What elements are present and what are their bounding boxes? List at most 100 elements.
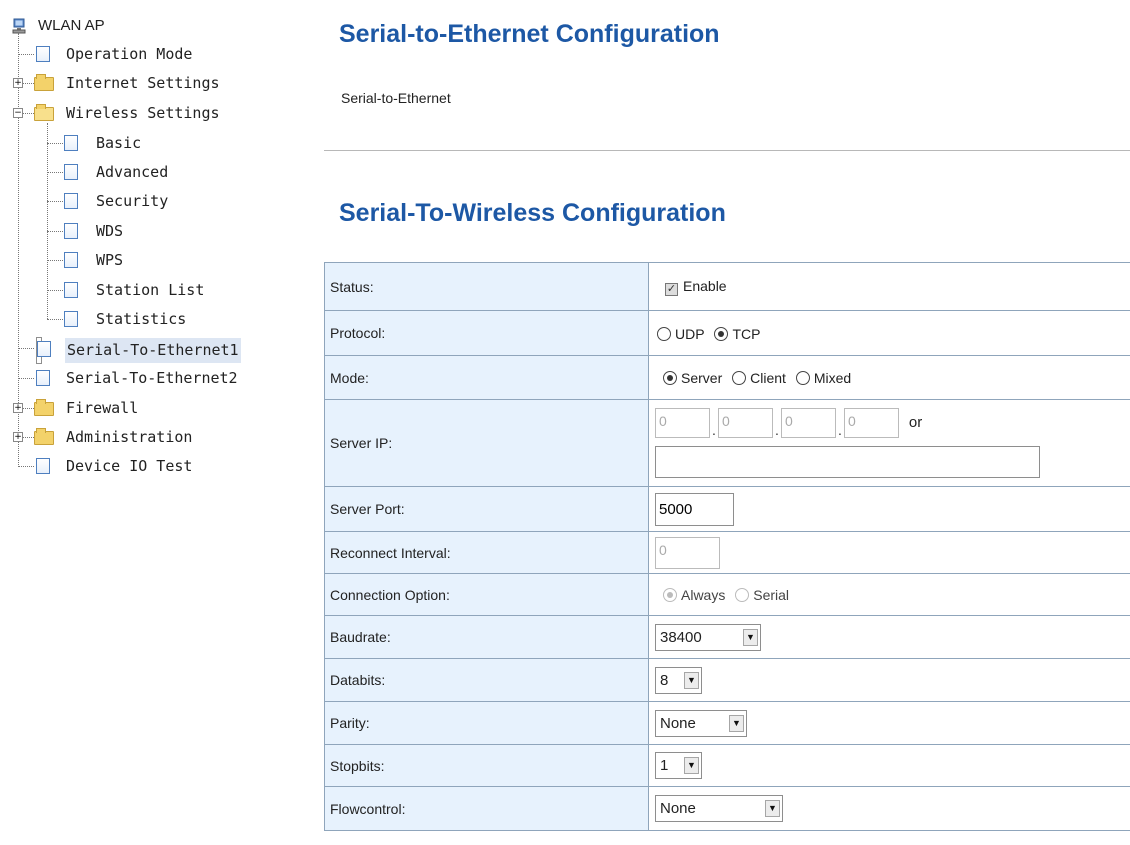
parity-select[interactable]: None ▼ [655, 709, 747, 737]
config-table: Status: ✓ Enable Protocol: UDP TCP Mode: … [324, 262, 1130, 831]
page-icon [64, 193, 78, 209]
databits-cell: 8 ▼ [648, 658, 1130, 702]
udp-label: UDP [675, 325, 705, 342]
mode-cell: Server Client Mixed [648, 355, 1130, 400]
section-title: Serial-To-Wireless Configuration [339, 199, 726, 227]
databits-value: 8 [660, 671, 669, 689]
tree-connector [18, 33, 19, 465]
radio-selected-icon [714, 326, 729, 341]
reconnect-interval-cell: 0 [648, 531, 1130, 574]
radio-icon [657, 326, 671, 341]
server-ip-octet-3[interactable]: 0 [781, 407, 836, 438]
enable-checkbox[interactable]: ✓ [665, 278, 683, 296]
protocol-tcp-radio[interactable]: TCP [714, 326, 760, 342]
parity-value: None [660, 714, 696, 732]
checkmark-icon: ✓ [665, 283, 678, 296]
protocol-udp-radio[interactable]: UDP [657, 326, 705, 342]
mixed-label: Mixed [813, 370, 852, 386]
page-subtitle: Serial-to-Ethernet [341, 90, 451, 106]
server-ip-octet-4[interactable]: 0 [844, 407, 899, 438]
folder-icon [34, 428, 54, 445]
page-icon [64, 135, 78, 151]
mode-mixed-radio[interactable]: Mixed [795, 370, 852, 386]
folder-icon [34, 399, 54, 416]
server-ip-octet-1[interactable]: 0 [655, 407, 710, 438]
databits-label: Databits: [324, 658, 649, 702]
page-title: Serial-to-Ethernet Configuration [339, 20, 720, 48]
radio-selected-icon [663, 588, 677, 602]
connection-serial-radio[interactable]: Serial [735, 587, 789, 603]
page-icon [64, 252, 78, 268]
page-icon [36, 370, 50, 386]
table-row-baudrate: Baudrate: 38400 ▼ [324, 615, 1130, 659]
mode-client-radio[interactable]: Client [732, 370, 786, 386]
stopbits-value: 1 [660, 757, 669, 774]
stopbits-cell: 1 ▼ [648, 744, 1130, 787]
parity-cell: None ▼ [648, 701, 1130, 745]
server-ip-octet-2[interactable]: 0 [718, 407, 773, 438]
server-ip-label: Server IP: [324, 399, 649, 487]
mode-label: Mode: [324, 355, 649, 400]
server-port-input[interactable]: 5000 [655, 492, 734, 526]
tcp-label: TCP [732, 325, 761, 342]
folder-icon [34, 74, 54, 91]
chevron-down-icon: ▼ [684, 671, 699, 689]
stopbits-select[interactable]: 1 ▼ [655, 752, 702, 779]
serial-label: Serial [753, 587, 790, 603]
expand-icon[interactable]: + [13, 78, 23, 88]
flowcontrol-label: Flowcontrol: [324, 786, 649, 831]
status-label: Status: [324, 262, 649, 311]
stopbits-label: Stopbits: [324, 744, 649, 787]
radio-icon [795, 371, 810, 385]
chevron-down-icon: ▼ [743, 628, 758, 646]
network-computer-icon [12, 18, 26, 34]
page-icon [36, 46, 50, 62]
databits-select[interactable]: 8 ▼ [655, 666, 702, 694]
chevron-down-icon: ▼ [729, 714, 744, 732]
page-icon [36, 458, 50, 474]
table-row-databits: Databits: 8 ▼ [324, 658, 1130, 702]
mode-server-radio[interactable]: Server [663, 370, 722, 386]
page-icon [37, 341, 51, 357]
reconnect-interval-input[interactable]: 0 [655, 536, 720, 569]
collapse-icon[interactable]: − [13, 108, 23, 118]
table-row-protocol: Protocol: UDP TCP [324, 310, 1130, 356]
server-ip-cell: 0.0.0.0 or [648, 399, 1130, 487]
always-label: Always [681, 587, 726, 603]
baudrate-cell: 38400 ▼ [648, 615, 1130, 659]
enable-label: Enable [683, 278, 727, 294]
expand-icon[interactable]: + [13, 403, 23, 413]
page-icon [64, 282, 78, 298]
flowcontrol-value: None [660, 800, 696, 817]
server-port-cell: 5000 [648, 486, 1130, 532]
ip-dot: . [712, 421, 716, 438]
divider [324, 150, 1130, 151]
table-row-status: Status: ✓ Enable [324, 262, 1130, 311]
protocol-cell: UDP TCP [648, 310, 1130, 356]
page-icon [64, 223, 78, 239]
flowcontrol-select[interactable]: None ▼ [655, 795, 783, 822]
protocol-label: Protocol: [324, 310, 649, 356]
connection-option-cell: Always Serial [648, 573, 1130, 616]
connection-option-label: Connection Option: [324, 573, 649, 616]
status-cell: ✓ Enable [648, 262, 1130, 311]
table-row-parity: Parity: None ▼ [324, 701, 1130, 745]
table-row-flowcontrol: Flowcontrol: None ▼ [324, 786, 1130, 831]
tree-item-serial-to-ethernet1[interactable]: Serial-To-Ethernet1 [36, 337, 241, 364]
connection-always-radio[interactable]: Always [663, 587, 725, 603]
expand-icon[interactable]: + [13, 432, 23, 442]
server-hostname-input[interactable] [655, 445, 1040, 478]
chevron-down-icon: ▼ [684, 757, 699, 774]
baudrate-select[interactable]: 38400 ▼ [655, 623, 761, 651]
reconnect-interval-label: Reconnect Interval: [324, 531, 649, 574]
folder-open-icon [34, 104, 54, 121]
radio-icon [735, 588, 750, 602]
table-row-mode: Mode: Server Client Mixed [324, 355, 1130, 400]
baudrate-label: Baudrate: [324, 615, 649, 659]
chevron-down-icon: ▼ [765, 800, 780, 817]
page-icon [64, 311, 78, 327]
parity-label: Parity: [324, 701, 649, 745]
content-area: Serial-to-Ethernet Configuration Serial-… [324, 0, 1130, 845]
baudrate-value: 38400 [660, 628, 702, 646]
table-row-server-port: Server Port: 5000 [324, 486, 1130, 532]
